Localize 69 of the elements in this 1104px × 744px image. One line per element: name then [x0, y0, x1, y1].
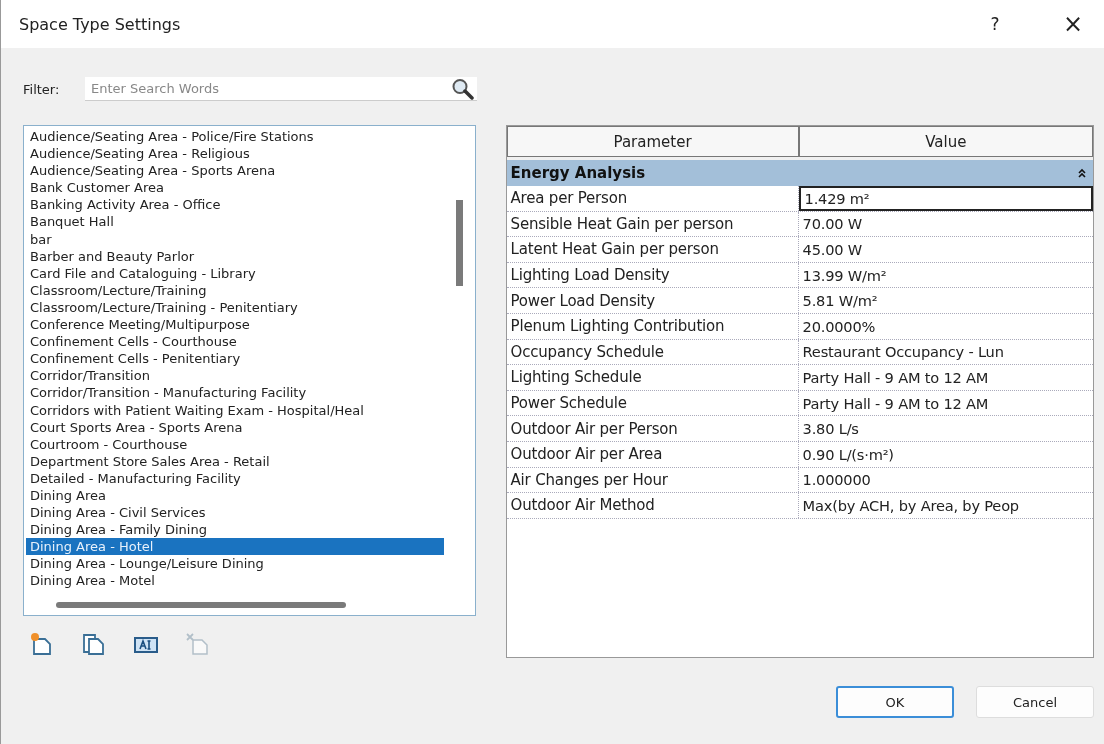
search-icon[interactable]	[451, 78, 475, 100]
search-field[interactable]: Enter Search Words	[85, 77, 477, 101]
value-cell[interactable]: 20.0000%	[798, 313, 1093, 339]
list-item[interactable]: Department Store Sales Area - Retail	[26, 452, 444, 470]
list-item[interactable]: Banking Activity Area - Office	[26, 196, 444, 214]
list-item[interactable]: Dining Area - Civil Services	[26, 504, 444, 522]
group-title: Energy Analysis	[510, 164, 646, 182]
cancel-button[interactable]: Cancel	[976, 686, 1094, 718]
parameter-cell: Power Schedule	[506, 390, 799, 416]
list-item[interactable]: Courtroom - Courthouse	[26, 435, 444, 453]
scrollbar-thumb[interactable]	[455, 200, 463, 286]
parameter-cell: Area per Person	[506, 186, 799, 211]
list-item[interactable]: Audience/Seating Area - Police/Fire Stations	[26, 128, 444, 146]
collapse-icon[interactable]	[1077, 168, 1087, 178]
list-item[interactable]: Classroom/Lecture/Training	[26, 281, 444, 299]
list-item[interactable]: Dining Area - Lounge/Leisure Dining	[26, 555, 444, 573]
value-cell[interactable]: 1.429 m²	[798, 186, 1093, 211]
list-item[interactable]: Classroom/Lecture/Training - Penitentiary	[26, 298, 444, 317]
parameter-cell: Outdoor Air per Area	[506, 441, 799, 467]
column-header[interactable]: Value	[798, 126, 1093, 157]
value-cell[interactable]: 3.80 L/s	[798, 416, 1093, 441]
value-cell[interactable]: Party Hall - 9 AM to 12 AM	[798, 390, 1093, 416]
list-item[interactable]: Court Sports Area - Sports Arena	[26, 418, 444, 436]
list-item[interactable]: Conference Meeting/Multipurpose	[26, 316, 444, 334]
list-item[interactable]: Dining Area	[26, 486, 444, 505]
window-title: Space Type Settings	[19, 14, 182, 34]
copy-icon[interactable]	[81, 632, 107, 656]
column-header[interactable]: Parameter	[506, 126, 799, 157]
list-item[interactable]: Confinement Cells - Penitentiary	[26, 350, 444, 368]
scrollbar-thumb[interactable]	[56, 602, 346, 608]
value-cell[interactable]: 1.000000	[798, 467, 1093, 493]
value-cell[interactable]: 0.90 L/(s·m²)	[798, 441, 1093, 467]
list-item[interactable]: Corridor/Transition - Manufacturing Facility	[26, 384, 444, 402]
group-header[interactable]: Energy Analysis	[506, 160, 1093, 186]
list-item[interactable]: Dining Area - Family Dining	[26, 521, 444, 539]
parameter-cell: Lighting Load Density	[506, 262, 799, 288]
list-item[interactable]: Dining Area - Hotel	[26, 538, 444, 556]
parameter-cell: Sensible Heat Gain per person	[506, 211, 799, 237]
value-cell[interactable]: 45.00 W	[798, 237, 1093, 262]
value-cell[interactable]: Max(by ACH, by Area, by Peop	[798, 493, 1093, 518]
parameter-cell: Air Changes per Hour	[506, 467, 799, 493]
list-item[interactable]: Dining Area - Motel	[26, 572, 444, 590]
list-item[interactable]: Banquet Hall	[26, 213, 444, 231]
list-item[interactable]: Barber and Beauty Parlor	[26, 247, 444, 265]
list-item[interactable]: Card File and Cataloguing - Library	[26, 264, 444, 282]
close-button[interactable]: ×	[1052, 9, 1094, 39]
list-item[interactable]: Bank Customer Area	[26, 179, 444, 197]
value-cell[interactable]: Party Hall - 9 AM to 12 AM	[798, 365, 1093, 390]
parameter-cell: Power Load Density	[506, 288, 799, 313]
parameter-cell: Outdoor Air per Person	[506, 416, 799, 441]
value-cell[interactable]: 13.99 W/m²	[798, 262, 1093, 288]
list-item[interactable]: Detailed - Manufacturing Facility	[26, 469, 444, 487]
value-cell[interactable]: 5.81 W/m²	[798, 288, 1093, 313]
list-item[interactable]: Confinement Cells - Courthouse	[26, 333, 444, 351]
list-item[interactable]: Audience/Seating Area - Sports Arena	[26, 162, 444, 180]
value-cell[interactable]: 70.00 W	[798, 211, 1093, 237]
parameter-cell: Plenum Lighting Contribution	[506, 313, 799, 339]
parameter-cell: Occupancy Schedule	[506, 339, 799, 365]
filter-label: Filter:	[23, 81, 61, 97]
list-item[interactable]: Corridor/Transition	[26, 367, 444, 385]
parameter-cell: Latent Heat Gain per person	[506, 237, 799, 262]
list-item[interactable]: Corridors with Patient Waiting Exam - Hospital/Heal	[26, 401, 444, 419]
parameter-cell: Lighting Schedule	[506, 365, 799, 390]
ok-button[interactable]: OK	[836, 686, 954, 718]
list-item[interactable]: bar	[26, 230, 444, 248]
parameter-cell: Outdoor Air Method	[506, 493, 799, 518]
value-cell[interactable]: Restaurant Occupancy - Lun	[798, 339, 1093, 365]
list-item[interactable]: Audience/Seating Area - Religious	[26, 145, 444, 163]
help-button[interactable]: ?	[974, 9, 1016, 39]
